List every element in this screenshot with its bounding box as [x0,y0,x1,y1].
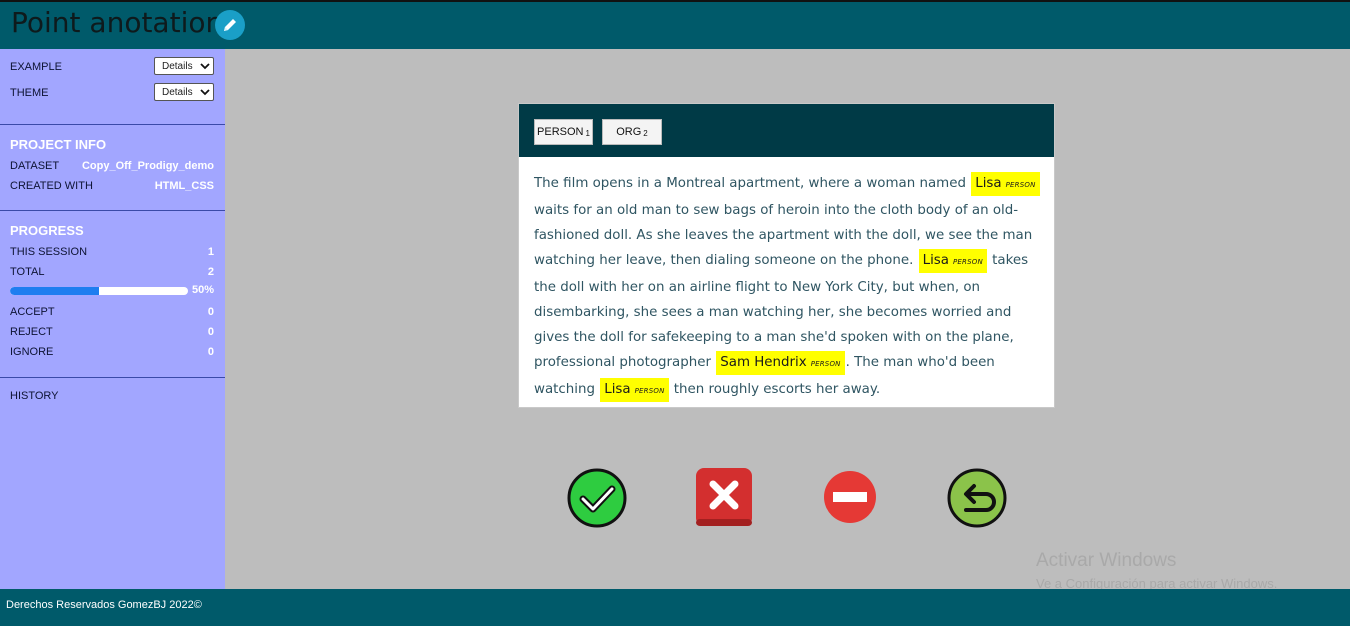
dataset-value: Copy_Off_Prodigy_demo [81,160,214,172]
total-row: TOTAL 2 [10,264,214,280]
label-key: 1 [585,128,590,138]
annotation-text: The film opens in a Montreal apartment, … [534,171,1044,404]
sidebar-divider [0,124,225,125]
progress-fill [10,287,99,295]
label-button-org[interactable]: ORG 2 [602,119,662,145]
ignore-label: IGNORE [10,346,54,358]
footer: Derechos Reservados GomezBJ 2022© [0,589,1350,626]
label-name: ORG [616,126,642,138]
reject-button[interactable] [695,467,753,527]
progress-heading: PROGRESS [10,223,84,238]
ignore-button[interactable] [823,470,877,524]
entity-text: Lisa [604,382,631,397]
chevron-down-icon [200,63,210,70]
app-title: Point anotation [11,6,224,39]
accept-button[interactable] [566,467,628,529]
no-entry-icon [824,471,876,523]
session-row: THIS SESSION 1 [10,244,214,260]
entity-label: PERSON [952,258,983,266]
windows-watermark-title: Activar Windows [1036,550,1177,571]
entity-text: Sam Hendrix [720,355,807,370]
ignore-value: 0 [207,346,214,358]
created-with-label: CREATED WITH [10,180,93,192]
example-label: EXAMPLE [10,61,62,73]
accept-label: ACCEPT [10,306,55,318]
check-icon [567,468,627,528]
label-bar: PERSON 1 ORG 2 [519,104,1054,157]
example-select-value: Details [162,60,193,72]
project-info-heading: PROJECT INFO [10,137,107,152]
session-value: 1 [207,246,214,258]
history-label: HISTORY [10,390,59,402]
reject-row: REJECT 0 [10,324,214,340]
sidebar-divider [0,377,225,378]
sidebar: EXAMPLE Details THEME Details PROJECT IN… [0,49,225,589]
theme-label: THEME [10,87,49,99]
label-name: PERSON [537,126,584,138]
entity-span[interactable]: Lisa PERSON [971,172,1040,196]
undo-button[interactable] [946,467,1008,529]
reject-value: 0 [207,326,214,338]
created-with-row: CREATED WITH HTML_CSS [10,178,214,194]
undo-icon [947,468,1007,528]
pencil-icon [224,19,236,31]
example-select[interactable]: Details [154,57,214,75]
sidebar-divider [0,210,225,211]
entity-span[interactable]: Sam Hendrix PERSON [716,351,845,375]
label-button-person[interactable]: PERSON 1 [534,119,593,145]
annotation-card: PERSON 1 ORG 2 The film opens in a Montrea… [518,103,1055,408]
label-key: 2 [643,128,648,138]
entity-span[interactable]: Lisa PERSON [600,378,669,402]
progress-percent: 50% [191,284,214,296]
entity-label: PERSON [1005,181,1036,189]
top-bar: Point anotation [0,0,1350,49]
ignore-row: IGNORE 0 [10,344,214,360]
theme-select[interactable]: Details [154,83,214,101]
entity-text: Lisa [922,253,949,268]
entity-text: Lisa [975,176,1002,191]
total-value: 2 [207,266,214,278]
history-row[interactable]: HISTORY [10,388,214,404]
dataset-row: DATASET Copy_Off_Prodigy_demo [10,158,214,174]
dataset-label: DATASET [10,160,60,172]
entity-span[interactable]: Lisa PERSON [918,249,987,273]
accept-value: 0 [207,306,214,318]
footer-text: Derechos Reservados GomezBJ 2022© [6,599,202,611]
reject-label: REJECT [10,326,53,338]
x-icon [696,468,752,526]
text-segment: then roughly escorts her away. [673,382,881,397]
entity-label: PERSON [810,360,841,368]
accept-row: ACCEPT 0 [10,304,214,320]
text-segment: The film opens in a Montreal apartment, … [534,176,966,191]
chevron-down-icon [200,89,210,96]
session-label: THIS SESSION [10,246,88,258]
total-label: TOTAL [10,266,45,278]
edit-button[interactable] [215,10,245,40]
progress-bar [10,287,188,295]
theme-select-value: Details [162,86,193,98]
entity-label: PERSON [634,387,665,395]
created-with-value: HTML_CSS [154,180,214,192]
